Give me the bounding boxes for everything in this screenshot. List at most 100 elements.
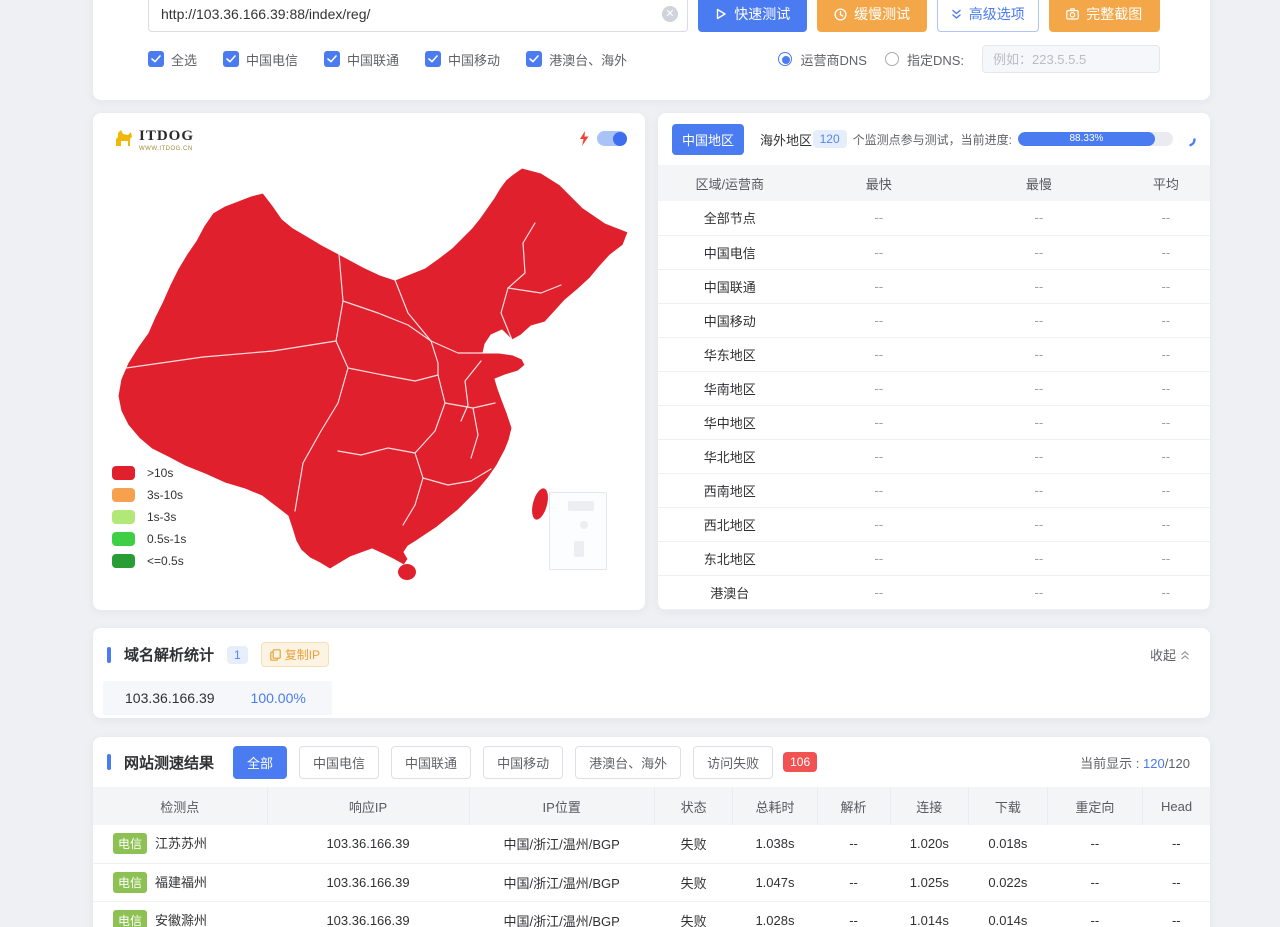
failed-count-badge: 106 [783,752,817,772]
node-name: 福建福州 [155,875,207,890]
carrier-badge: 电信 [113,872,147,893]
copy-icon [270,649,281,661]
table-row[interactable]: 西北地区------ [658,507,1210,541]
test-toolbar-card: ✕ 快速测试 缓慢测试 高级选项 完整截图 [93,0,1210,100]
display-count: 当前显示 : 120/120 [1080,753,1190,772]
play-icon [715,8,727,20]
progress-label: 个监测点参与测试，当前进度: [853,131,1012,148]
dns-result-chip: 103.36.166.39 100.00% [103,681,332,715]
status-badge: 失败 [654,863,733,901]
region-panel-header: 中国地区 海外地区 120 个监测点参与测试，当前进度: 88.33% [658,113,1210,165]
legend-swatch-lightgreen [112,510,135,524]
speed-results-table: 检测点 响应IP IP位置 状态 总耗时 解析 连接 下载 重定向 Head 电… [93,787,1210,927]
checkbox-checked-icon [526,51,542,67]
dns-count-badge: 1 [227,646,248,664]
table-row[interactable]: 中国电信------ [658,235,1210,269]
progress-group: 120 个监测点参与测试，当前进度: 88.33% [813,130,1196,148]
checkbox-overseas[interactable]: 港澳台、海外 [526,50,627,69]
map-controls [579,131,627,146]
filter-all[interactable]: 全部 [233,746,287,779]
table-row[interactable]: 港澳台------ [658,575,1210,609]
full-screenshot-button[interactable]: 完整截图 [1049,0,1160,32]
carrier-checkbox-group: 全选 中国电信 中国联通 中国移动 港澳台、海外 [148,50,627,69]
quick-test-button[interactable]: 快速测试 [698,0,807,32]
checkbox-checked-icon [223,51,239,67]
legend-swatch-red [112,466,135,480]
filter-failed[interactable]: 访问失败 [693,746,773,779]
results-title: 网站测速结果 [124,752,214,773]
monitor-count-badge: 120 [813,130,847,148]
dog-icon [113,129,135,149]
slow-test-button[interactable]: 缓慢测试 [817,0,926,32]
legend-item: >10s [112,466,186,480]
carrier-badge: 电信 [113,910,147,927]
resolved-percent: 100.00% [251,690,306,706]
filter-telecom[interactable]: 中国电信 [299,746,379,779]
page-container: ✕ 快速测试 缓慢测试 高级选项 完整截图 [93,0,1210,927]
lightning-icon [579,131,589,146]
table-row[interactable]: 西南地区------ [658,473,1210,507]
toolbar-row: ✕ 快速测试 缓慢测试 高级选项 完整截图 [148,0,1160,32]
radio-isp-dns[interactable] [778,52,792,66]
legend-item: 1s-3s [112,510,186,524]
table-row[interactable]: 电信福建福州 103.36.166.39 中国/浙江/温州/BGP 失败 1.0… [93,863,1210,901]
tab-overseas-region[interactable]: 海外地区 [760,130,812,149]
title-accent-bar [107,754,111,770]
table-row[interactable]: 电信安徽滁州 103.36.166.39 中国/浙江/温州/BGP 失败 1.0… [93,901,1210,927]
checkbox-checked-icon [425,51,441,67]
url-input-wrap: ✕ [148,0,688,32]
loading-spinner-icon [1181,132,1196,147]
table-row[interactable]: 华南地区------ [658,371,1210,405]
copy-ip-button[interactable]: 复制IP [261,642,329,667]
checkbox-unicom[interactable]: 中国联通 [324,50,399,69]
legend-swatch-orange [112,488,135,502]
url-input[interactable] [148,0,688,32]
filter-overseas[interactable]: 港澳台、海外 [575,746,681,779]
resolved-ip: 103.36.166.39 [125,690,215,706]
dns-stats-title: 域名解析统计 [124,644,214,665]
camera-icon [1066,8,1079,20]
region-stats-table: 区域/运营商 最快 最慢 平均 全部节点------ 中国电信------ 中国… [658,165,1210,610]
china-map-panel: ITDOG WWW.ITDOG.CN >10s 3s-10s 1s-3s 0.5… [93,113,645,610]
checkbox-mobile[interactable]: 中国移动 [425,50,500,69]
status-badge: 失败 [654,825,733,863]
advanced-options-button[interactable]: 高级选项 [937,0,1039,32]
realtime-toggle[interactable] [597,131,627,146]
node-name: 江苏苏州 [155,836,207,851]
collapse-link[interactable]: 收起 [1150,645,1190,664]
table-row[interactable]: 东北地区------ [658,541,1210,575]
table-row[interactable]: 电信江苏苏州 103.36.166.39 中国/浙江/温州/BGP 失败 1.0… [93,825,1210,863]
legend-item: 0.5s-1s [112,532,186,546]
hainan-island [398,564,416,580]
progress-bar: 88.33% [1018,132,1173,146]
legend-item: <=0.5s [112,554,186,568]
radio-custom-dns[interactable] [885,52,899,66]
legend-swatch-green [112,532,135,546]
checkbox-checked-icon [324,51,340,67]
checkbox-select-all[interactable]: 全选 [148,50,197,69]
logo-title: ITDOG [139,129,194,144]
dns-stats-title-row: 域名解析统计 1 复制IP 收起 [107,642,1190,667]
table-row[interactable]: 中国移动------ [658,303,1210,337]
results-title-row: 网站测速结果 全部 中国电信 中国联通 中国移动 港澳台、海外 访问失败 106… [93,737,1210,787]
region-table-header: 区域/运营商 最快 最慢 平均 [658,165,1210,201]
filter-unicom[interactable]: 中国联通 [391,746,471,779]
tab-china-region[interactable]: 中国地区 [672,124,744,155]
options-row: 全选 中国电信 中国联通 中国移动 港澳台、海外 [148,46,1160,72]
progress-fill: 88.33% [1018,132,1155,146]
checkbox-telecom[interactable]: 中国电信 [223,50,298,69]
table-row[interactable]: 全部节点------ [658,201,1210,235]
legend-item: 3s-10s [112,488,186,502]
filter-mobile[interactable]: 中国移动 [483,746,563,779]
table-row[interactable]: 华中地区------ [658,405,1210,439]
table-row[interactable]: 华北地区------ [658,439,1210,473]
carrier-badge: 电信 [113,833,147,854]
dns-option-group: 运营商DNS 指定DNS: [778,45,1160,73]
south-china-sea-inset [549,492,607,570]
clear-input-icon[interactable]: ✕ [662,6,678,22]
custom-dns-input[interactable] [982,45,1160,73]
table-row[interactable]: 华东地区------ [658,337,1210,371]
table-row[interactable]: 中国联通------ [658,269,1210,303]
dns-stats-card: 域名解析统计 1 复制IP 收起 103.36.166.39 100.00% [93,628,1210,718]
chevrons-up-icon [1180,650,1190,660]
